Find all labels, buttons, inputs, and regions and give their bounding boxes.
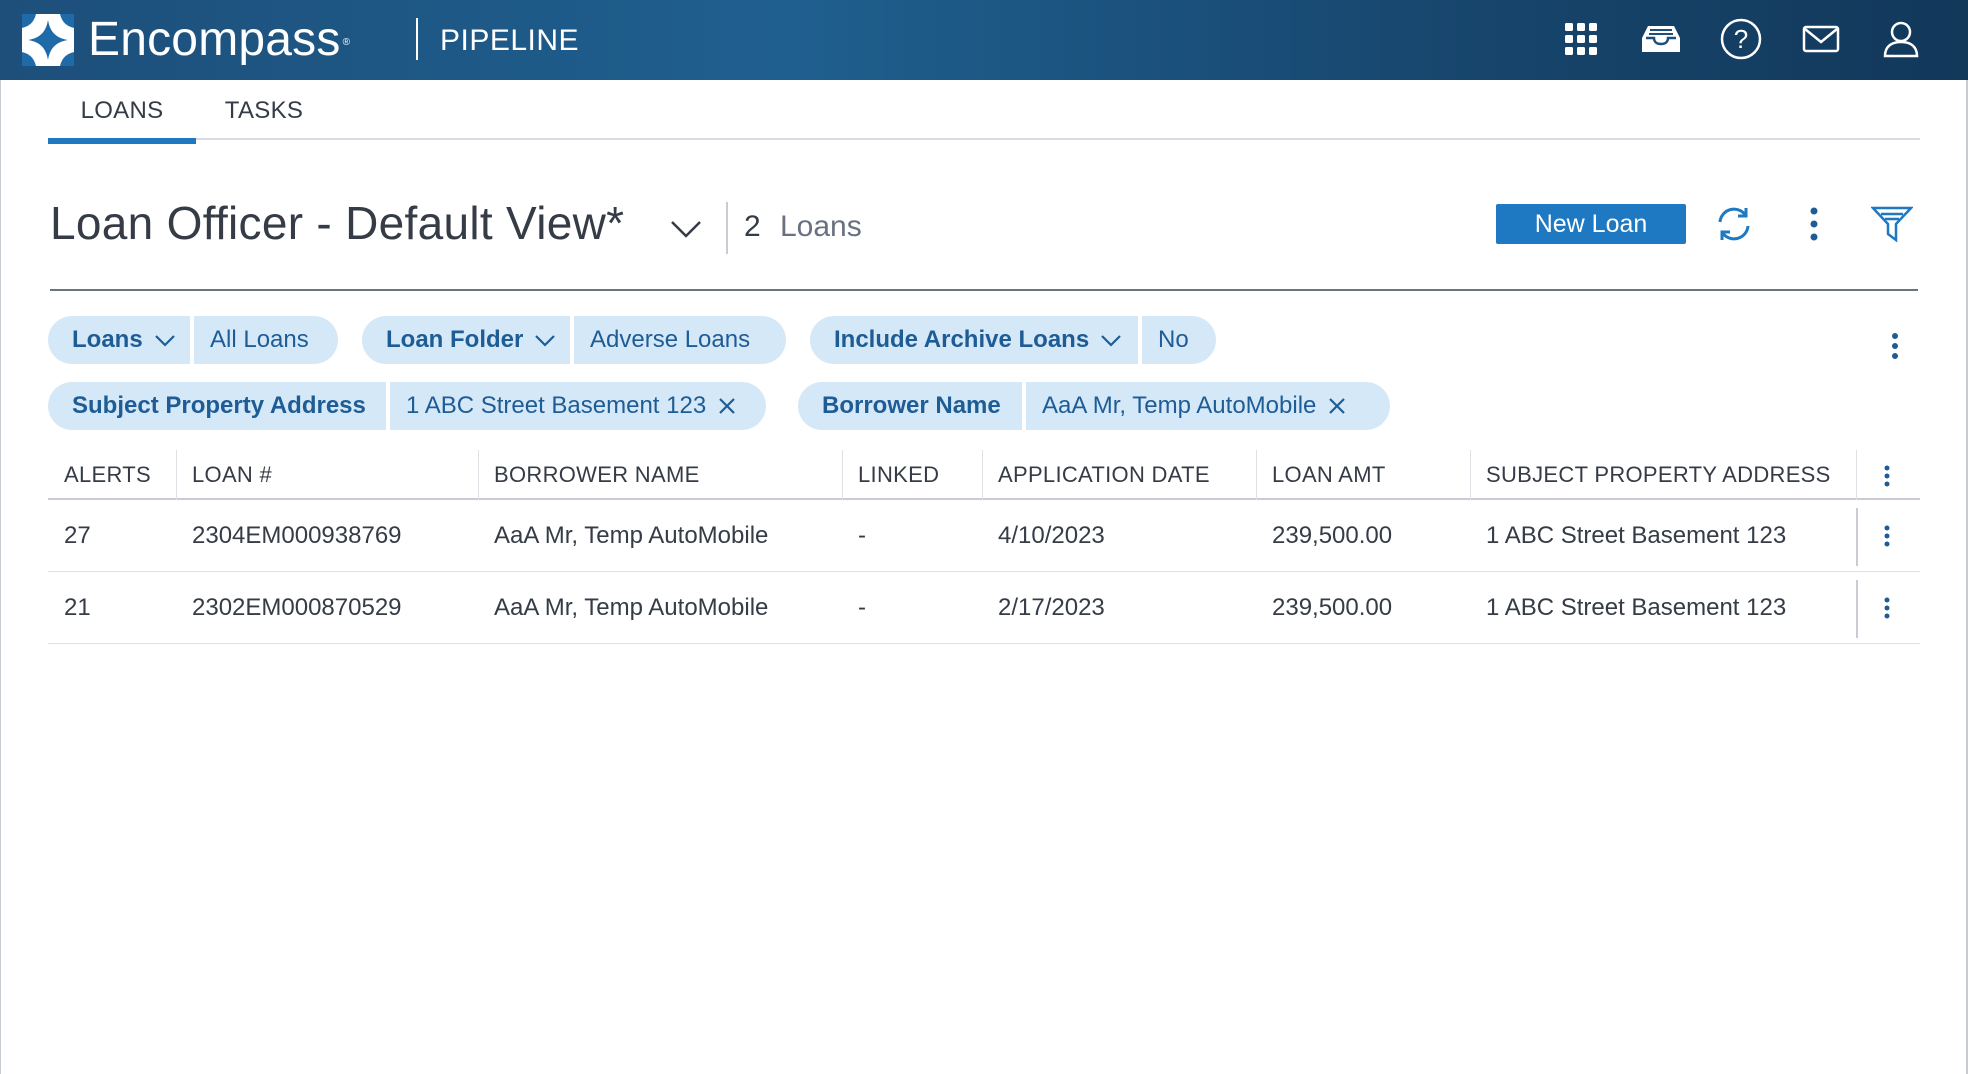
column-header-subject-property-address[interactable]: SUBJECT PROPERTY ADDRESS [1486, 462, 1831, 488]
app-name: PIPELINE [440, 24, 580, 57]
filter-value: Adverse Loans [590, 326, 751, 353]
filter-chip-loan-folder[interactable]: Loan Folder [362, 316, 570, 364]
mail-icon[interactable] [1800, 18, 1842, 60]
filter-value: 1 ABC Street Basement 123 [406, 392, 707, 419]
filter-value-loan-folder[interactable]: Adverse Loans [574, 316, 786, 364]
cell-linked: - [858, 522, 866, 549]
help-icon[interactable]: ? [1720, 18, 1762, 60]
more-options-icon[interactable] [1790, 200, 1838, 248]
brand-name: Encompass [88, 13, 341, 66]
cell-loan-number[interactable]: 2302EM000870529 [192, 594, 402, 622]
filter-key: Include Archive Loans [834, 326, 1090, 353]
table-row[interactable]: 27 2304EM000938769 AaA Mr, Temp AutoMobi… [48, 500, 1920, 572]
column-header-borrower-name[interactable]: BORROWER NAME [494, 462, 700, 488]
column-divider[interactable] [1256, 450, 1257, 500]
table-row[interactable]: 21 2302EM000870529 AaA Mr, Temp AutoMobi… [48, 572, 1920, 644]
chevron-down-icon [154, 335, 175, 347]
apps-grid-icon[interactable] [1560, 18, 1602, 60]
column-divider[interactable] [982, 450, 983, 500]
tab-loans[interactable]: LOANS [48, 80, 196, 144]
page-left-border [0, 80, 1, 1074]
row-options-icon[interactable] [1872, 588, 1902, 628]
column-header-loan-number[interactable]: LOAN # [192, 462, 272, 488]
column-divider[interactable] [176, 450, 177, 500]
tab-tasks[interactable]: TASKS [196, 80, 332, 144]
brand-registered-mark: ® [342, 36, 350, 48]
cell-application-date: 2/17/2023 [998, 594, 1105, 621]
refresh-icon[interactable] [1710, 200, 1758, 248]
column-header-application-date[interactable]: APPLICATION DATE [998, 462, 1210, 488]
column-divider[interactable] [1856, 450, 1857, 500]
close-icon[interactable] [1326, 395, 1348, 417]
cell-borrower-name: AaA Mr, Temp AutoMobile [494, 522, 769, 549]
cell-subject-property-address: 1 ABC Street Basement 123 [1486, 594, 1787, 621]
close-icon[interactable] [716, 395, 738, 417]
cell-alerts: 21 [64, 594, 91, 621]
filter-key: Borrower Name [822, 392, 1001, 419]
filter-value-borrower-name[interactable]: AaA Mr, Temp AutoMobile [1026, 382, 1390, 430]
header-actions: ? [1560, 18, 1922, 60]
filter-chip-borrower-name[interactable]: Borrower Name [798, 382, 1022, 430]
column-header-linked[interactable]: LINKED [858, 462, 939, 488]
table-header: ALERTS LOAN # BORROWER NAME LINKED APPLI… [48, 450, 1920, 500]
loan-count: 2 [744, 210, 761, 243]
pipeline-tabs: LOANS TASKS [48, 80, 1920, 144]
filter-key: Loan Folder [386, 326, 524, 353]
chevron-down-icon[interactable] [666, 208, 706, 248]
column-divider[interactable] [478, 450, 479, 500]
cell-loan-amt: 239,500.00 [1272, 522, 1393, 549]
view-header-divider [50, 289, 1918, 291]
column-header-loan-amt[interactable]: LOAN AMT [1272, 462, 1386, 488]
filter-chip-loans[interactable]: Loans [48, 316, 190, 364]
filter-chip-subject-property-address[interactable]: Subject Property Address [48, 382, 386, 430]
filter-value-loans[interactable]: All Loans [194, 316, 338, 364]
filter-icon[interactable] [1868, 200, 1916, 248]
column-options-icon[interactable] [1872, 456, 1902, 496]
filter-value: No [1158, 326, 1189, 353]
row-actions-divider [1856, 580, 1858, 638]
column-divider[interactable] [842, 450, 843, 500]
cell-linked: - [858, 594, 866, 621]
chevron-down-icon [1101, 335, 1121, 347]
header-divider [416, 18, 418, 60]
row-options-icon[interactable] [1872, 516, 1902, 556]
loans-table: ALERTS LOAN # BORROWER NAME LINKED APPLI… [48, 450, 1920, 644]
encompass-logo-icon [22, 14, 74, 66]
brand[interactable]: Encompass ® [22, 14, 350, 66]
chevron-down-icon [535, 335, 556, 347]
user-icon[interactable] [1880, 18, 1922, 60]
cell-loan-amt: 239,500.00 [1272, 594, 1393, 621]
svg-text:?: ? [1734, 24, 1748, 54]
filter-more-options-icon[interactable] [1880, 326, 1910, 366]
view-title: Loan Officer - Default View* [50, 197, 625, 249]
cell-alerts: 27 [64, 522, 91, 549]
row-actions-divider [1856, 508, 1858, 566]
filter-chip-include-archive[interactable]: Include Archive Loans [810, 316, 1138, 364]
filter-value-include-archive[interactable]: No [1142, 316, 1216, 364]
new-loan-button[interactable]: New Loan [1496, 204, 1686, 244]
inbox-tray-icon[interactable] [1640, 18, 1682, 60]
cell-loan-number[interactable]: 2304EM000938769 [192, 522, 402, 550]
column-header-alerts[interactable]: ALERTS [64, 462, 151, 488]
filter-value: AaA Mr, Temp AutoMobile [1042, 392, 1317, 419]
view-divider [726, 202, 728, 254]
cell-subject-property-address: 1 ABC Street Basement 123 [1486, 522, 1787, 549]
app-header: Encompass ® PIPELINE ? [0, 0, 1968, 80]
filter-key: Subject Property Address [72, 392, 366, 419]
cell-application-date: 4/10/2023 [998, 522, 1105, 549]
column-divider[interactable] [1470, 450, 1471, 500]
loan-count-label: Loans [780, 210, 862, 243]
filter-key: Loans [72, 326, 143, 353]
filter-value-subject-property-address[interactable]: 1 ABC Street Basement 123 [390, 382, 766, 430]
filter-value: All Loans [210, 326, 309, 353]
cell-borrower-name: AaA Mr, Temp AutoMobile [494, 594, 769, 621]
